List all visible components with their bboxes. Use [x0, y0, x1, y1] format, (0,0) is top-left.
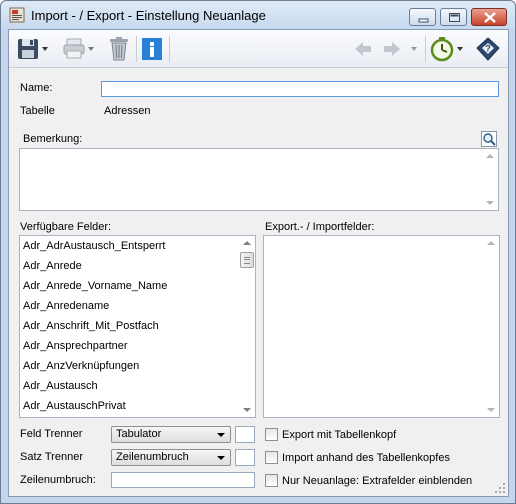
maximize-button[interactable]	[440, 8, 467, 26]
resize-grip-icon[interactable]	[494, 482, 506, 494]
extra-fields-label[interactable]: Nur Neuanlage: Extrafelder einblenden	[282, 475, 472, 487]
export-fields-list[interactable]	[263, 235, 500, 418]
back-button[interactable]	[352, 36, 374, 62]
save-icon	[18, 39, 48, 59]
feld-trenner-value: Tabulator	[116, 428, 162, 440]
chevron-down-icon	[217, 433, 225, 437]
tabelle-label: Tabelle	[20, 105, 55, 117]
toolbar-separator	[136, 36, 137, 62]
scroll-down-arrow-icon[interactable]	[487, 408, 495, 412]
save-button[interactable]	[15, 36, 49, 62]
app-window: Import - / Export - Einstellung Neuanlag…	[0, 0, 516, 504]
timer-button[interactable]	[429, 36, 465, 62]
satz-trenner-select[interactable]: Zeilenumbruch	[111, 449, 231, 466]
bemerkung-label: Bemerkung:	[23, 133, 83, 145]
minimize-button[interactable]	[409, 8, 436, 26]
toolbar-separator	[169, 36, 170, 62]
list-item[interactable]: Adr_AdrAustausch_Entsperrt	[23, 240, 165, 252]
help-book-icon: ?	[476, 37, 500, 61]
feld-trenner-label: Feld Trenner	[20, 428, 83, 440]
help-button[interactable]: ?	[475, 36, 501, 62]
list-item[interactable]: Adr_Austausch	[23, 380, 98, 392]
list-item[interactable]: Adr_Anrede	[23, 260, 82, 272]
info-icon	[142, 38, 162, 60]
toolbar-separator	[425, 36, 426, 62]
print-button[interactable]	[61, 36, 95, 62]
print-icon	[63, 38, 94, 59]
scroll-thumb[interactable]	[240, 252, 254, 268]
import-header-label[interactable]: Import anhand des Tabellenkopfes	[282, 452, 450, 464]
close-button[interactable]	[471, 8, 507, 26]
back-arrow-icon	[355, 42, 371, 56]
list-item[interactable]: Adr_Ansprechpartner	[23, 340, 128, 352]
available-fields-list[interactable]: Adr_AdrAustausch_Entsperrt Adr_Anrede Ad…	[19, 235, 256, 418]
forward-button[interactable]	[381, 36, 421, 62]
list-item[interactable]: Adr_Anschrift_Mit_Postfach	[23, 320, 159, 332]
timer-icon	[430, 37, 463, 62]
forward-arrow-icon	[384, 42, 417, 56]
satz-trenner-value: Zeilenumbruch	[116, 451, 189, 463]
zeilenumbruch-label: Zeilenumbruch:	[20, 474, 96, 486]
available-fields-label: Verfügbare Felder:	[20, 221, 112, 233]
export-header-label[interactable]: Export mit Tabellenkopf	[282, 429, 396, 441]
trash-icon	[110, 37, 128, 61]
feld-trenner-select[interactable]: Tabulator	[111, 426, 231, 443]
bemerkung-textarea[interactable]	[19, 148, 499, 211]
extra-fields-checkbox[interactable]	[265, 474, 278, 487]
bemerkung-scrollbar[interactable]	[482, 149, 498, 210]
close-icon	[484, 12, 496, 23]
tabelle-value: Adressen	[104, 105, 151, 117]
minimize-icon	[418, 18, 429, 23]
list-item[interactable]: Adr_Anredename	[23, 300, 109, 312]
svg-text:?: ?	[485, 44, 491, 54]
scroll-down-arrow-icon[interactable]	[486, 201, 494, 205]
export-fields-label: Export.- / Importfelder:	[265, 221, 375, 233]
info-button[interactable]	[141, 36, 163, 62]
scroll-up-arrow-icon[interactable]	[487, 241, 495, 245]
export-header-checkbox[interactable]	[265, 428, 278, 441]
scroll-up-arrow-icon[interactable]	[486, 154, 494, 158]
list-item[interactable]: Adr_AustauschPrivat	[23, 400, 126, 412]
available-fields-scrollbar[interactable]	[239, 236, 255, 417]
import-header-checkbox[interactable]	[265, 451, 278, 464]
scroll-up-arrow-icon[interactable]	[243, 241, 251, 245]
zoom-search-icon[interactable]	[481, 131, 497, 147]
name-label: Name:	[20, 82, 53, 94]
list-item[interactable]: Adr_Anrede_Vorname_Name	[23, 280, 167, 292]
title-bar[interactable]: Import - / Export - Einstellung Neuanlag…	[1, 1, 515, 29]
name-input[interactable]	[101, 81, 499, 97]
maximize-icon	[449, 13, 460, 22]
toolbar: ?	[9, 30, 508, 68]
feld-trenner-custom-input[interactable]	[235, 426, 255, 443]
list-item[interactable]: Adr_AnzVerknüpfungen	[23, 360, 139, 372]
import-export-app-icon	[9, 7, 25, 23]
export-fields-scrollbar[interactable]	[483, 236, 499, 417]
delete-button[interactable]	[107, 36, 131, 62]
window-title: Import - / Export - Einstellung Neuanlag…	[31, 8, 266, 23]
satz-trenner-label: Satz Trenner	[20, 451, 83, 463]
satz-trenner-custom-input[interactable]	[235, 449, 255, 466]
zeilenumbruch-input[interactable]	[111, 472, 255, 488]
client-area: ? Name: Tabelle Adressen Bemerkung: Verf…	[8, 29, 509, 497]
scroll-down-arrow-icon[interactable]	[243, 408, 251, 412]
chevron-down-icon	[217, 456, 225, 460]
